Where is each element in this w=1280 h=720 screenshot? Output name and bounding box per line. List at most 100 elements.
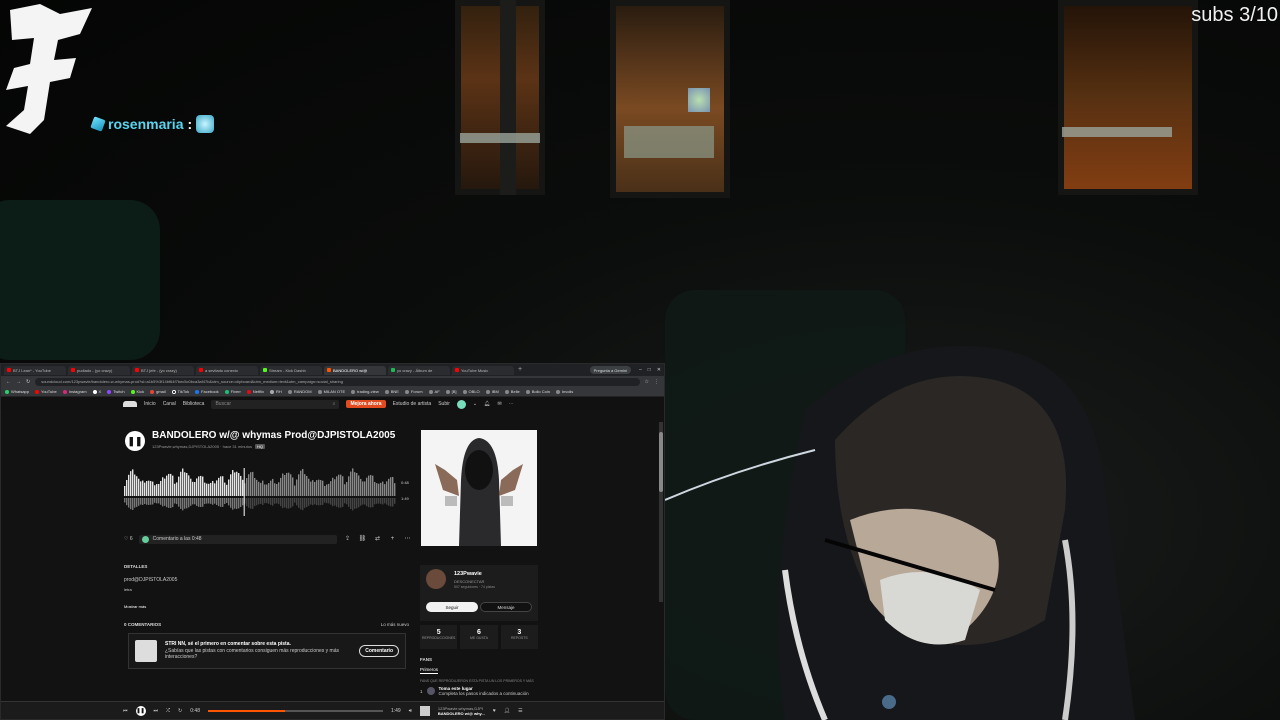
bookmark[interactable]: gmail: [150, 389, 166, 394]
browser-tab[interactable]: a sevilado conexio: [196, 365, 258, 375]
bookmark[interactable]: MILAN OTE: [317, 389, 345, 394]
nav-home[interactable]: Inicio: [144, 401, 156, 407]
bookmark[interactable]: AF: [428, 389, 440, 394]
scrollbar[interactable]: [659, 422, 663, 602]
queue-icon[interactable]: ☰: [518, 708, 522, 714]
playback-bar: ⏮︎ ❚❚ ⏭︎ ⤮ ↻ 0:48 1:49 🔊︎ 123Pwavie,whym…: [1, 701, 664, 719]
bookmark[interactable]: RH: [270, 389, 282, 394]
extensions-icon[interactable]: ⋮: [654, 379, 659, 385]
repost-icon[interactable]: ⇄: [373, 535, 382, 544]
more-icon[interactable]: ⋯: [403, 535, 412, 544]
bookmark[interactable]: X: [92, 389, 101, 394]
artist-card: 123Pwavie DESCONECTAR 507 seguidores · 7…: [420, 565, 538, 621]
reload-icon[interactable]: ↻: [26, 379, 30, 385]
like-icon[interactable]: ♥: [493, 708, 496, 714]
add-to-playlist-icon[interactable]: +: [388, 535, 397, 544]
waveform-reflection: [358, 498, 360, 508]
pause-button[interactable]: ❚❚: [125, 431, 145, 451]
gemini-button[interactable]: Pregunta a Gemini: [589, 366, 631, 374]
upgrade-button[interactable]: Mejora ahora: [346, 400, 386, 408]
bookmark[interactable]: Forum: [404, 389, 423, 394]
close-icon[interactable]: ✕: [657, 367, 661, 373]
sort-dropdown[interactable]: Lo más nuevo: [381, 622, 409, 627]
waveform-reflection: [318, 498, 320, 506]
bookmark[interactable]: Instagram: [62, 389, 87, 394]
avatar[interactable]: [456, 399, 466, 409]
artist-avatar[interactable]: [426, 569, 446, 589]
back-icon[interactable]: ←: [6, 379, 11, 385]
next-icon[interactable]: ⏭︎: [154, 708, 159, 714]
bookmark[interactable]: Whatsapp: [5, 389, 29, 394]
chevron-down-icon[interactable]: ⌄: [473, 401, 477, 407]
volume-icon[interactable]: 🔊︎: [409, 708, 412, 714]
browser-tab[interactable]: yo crazy - Álbum de: [388, 365, 450, 375]
show-more-button[interactable]: Mostrar más: [124, 604, 412, 609]
nav-feed[interactable]: Canal: [163, 401, 176, 407]
nav-library[interactable]: Biblioteca: [183, 401, 205, 407]
like-button[interactable]: ♡ 6: [124, 536, 133, 542]
follow-button[interactable]: Seguir: [426, 602, 478, 612]
now-playing-info[interactable]: 123Pwavie,whymas,DJPI BANDOLERO w/@ why..…: [438, 706, 485, 716]
track-artwork[interactable]: [421, 430, 537, 546]
notifications-icon[interactable]: 🔔︎: [484, 401, 490, 407]
shuffle-icon[interactable]: ⤮: [166, 708, 170, 714]
soundcloud-logo-icon[interactable]: [123, 401, 137, 407]
browser-tab[interactable]: BTJ Lean* - YouTube: [4, 365, 66, 375]
bookmark[interactable]: Netflix: [246, 389, 264, 394]
waveform[interactable]: [124, 468, 396, 516]
waveform-bar: [254, 477, 256, 496]
bookmark[interactable]: Belle: [504, 389, 520, 394]
share-icon[interactable]: ⇪: [343, 535, 352, 544]
follow-icon[interactable]: 👤︎: [504, 708, 510, 714]
browser-tab[interactable]: BTJ jefe - (yo crazy): [132, 365, 194, 375]
comment-button[interactable]: Comentario: [359, 645, 399, 657]
artist-name[interactable]: 123Pwavie: [454, 571, 482, 577]
bookmark[interactable]: BNE: [384, 389, 399, 394]
browser-tab[interactable]: pudiado - (yo crazy): [68, 365, 130, 375]
bookmark[interactable]: Bollo Coin: [525, 389, 550, 394]
artist-studio-link[interactable]: Estudio de artista: [393, 401, 432, 407]
forward-icon[interactable]: →: [16, 379, 21, 385]
waveform-bar: [386, 481, 388, 496]
bookmark[interactable]: Twitch: [107, 389, 125, 394]
bookmark[interactable]: TikTok: [171, 389, 189, 394]
bookmark[interactable]: [B]: [445, 389, 457, 394]
fan-slot[interactable]: 1 Toma este lugar Completa los pasos indi…: [420, 686, 538, 696]
waveform-bar: [322, 480, 324, 496]
bookmark[interactable]: Invoils: [555, 389, 573, 394]
browser-tab-active[interactable]: BANDOLERO w/@: [324, 365, 386, 375]
now-playing-artwork[interactable]: [419, 705, 430, 716]
waveform-bar: [378, 483, 380, 496]
waveform-bar: [318, 479, 320, 496]
pause-button[interactable]: ❚❚: [135, 705, 146, 716]
waveform-bar: [246, 478, 248, 496]
browser-tab[interactable]: Stream - Kick Dashb: [260, 365, 322, 375]
search-input[interactable]: Buscar ⌕: [211, 399, 340, 409]
messages-icon[interactable]: ✉︎: [497, 401, 501, 407]
maximize-icon[interactable]: □: [648, 367, 651, 373]
new-tab-icon[interactable]: +: [516, 366, 524, 374]
bookmark[interactable]: OBLO: [462, 389, 480, 394]
bookmark[interactable]: Fiverr: [224, 389, 241, 394]
progress-bar[interactable]: [207, 709, 383, 712]
minimize-icon[interactable]: –: [639, 367, 642, 373]
upload-link[interactable]: Subir: [438, 401, 450, 407]
bookmark[interactable]: trading-view: [351, 389, 379, 394]
link-icon[interactable]: ⛓︎: [358, 535, 367, 544]
comment-input[interactable]: Comentario a las 0:48: [138, 534, 337, 544]
star-icon[interactable]: ☆: [645, 379, 649, 385]
waveform-reflection: [148, 498, 150, 505]
url-field[interactable]: soundcloud.com/123pwavie/bandolero-w-why…: [35, 377, 640, 386]
repeat-icon[interactable]: ↻: [178, 708, 182, 714]
bookmark[interactable]: IBM: [485, 389, 499, 394]
message-button[interactable]: Mensaje: [480, 602, 532, 612]
previous-icon[interactable]: ⏮︎: [123, 708, 128, 714]
bookmark[interactable]: YouTube: [35, 389, 57, 394]
more-icon[interactable]: ⋯: [509, 401, 514, 407]
tab-first-fans[interactable]: Primeros: [420, 667, 439, 674]
bookmark[interactable]: Facebook: [195, 389, 219, 394]
waveform-bar: [284, 474, 286, 496]
bookmark[interactable]: RANDOM: [287, 389, 312, 394]
browser-tab[interactable]: YouTube Music: [452, 365, 514, 375]
bookmark[interactable]: Kick: [130, 389, 144, 394]
